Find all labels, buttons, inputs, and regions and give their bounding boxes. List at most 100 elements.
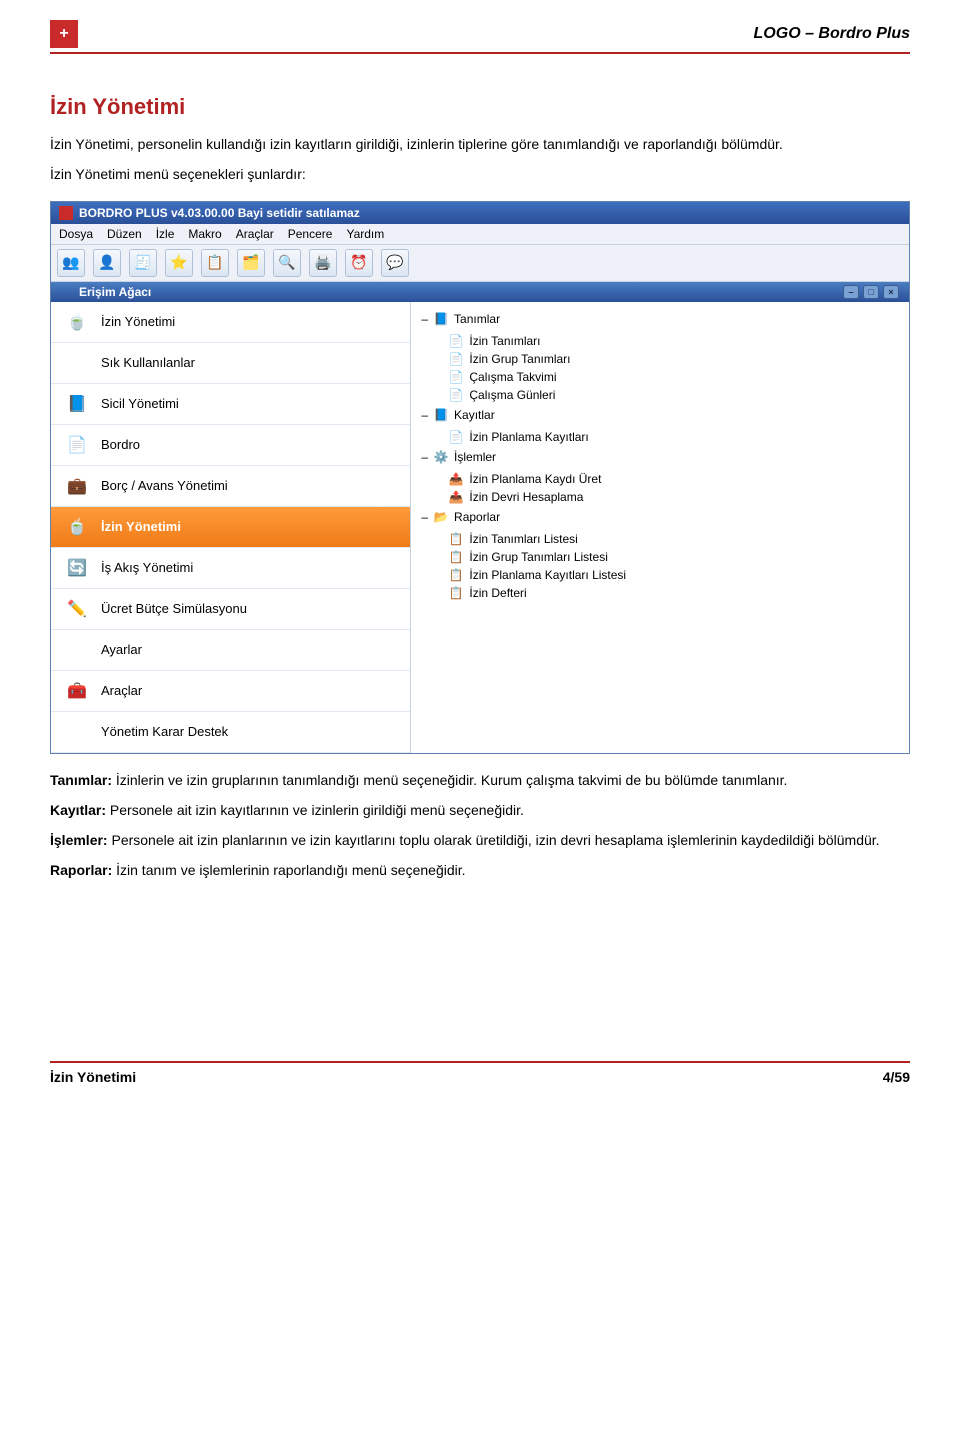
intro-paragraph: İzin Yönetimi, personelin kullandığı izi…: [50, 134, 910, 154]
minimize-button[interactable]: –: [843, 285, 859, 299]
sidebar-item-label: Bordro: [101, 437, 140, 452]
toolbox-icon: 🧰: [63, 679, 91, 703]
menu-item[interactable]: Makro: [188, 227, 221, 241]
tree-view: – 📘 Tanımlar 📄 İzin Tanımları 📄 İzin Gru…: [411, 302, 909, 753]
collapse-icon[interactable]: –: [421, 450, 428, 464]
collapse-icon[interactable]: –: [421, 312, 428, 326]
menu-item[interactable]: Pencere: [288, 227, 333, 241]
menu-item[interactable]: Düzen: [107, 227, 142, 241]
list-icon: 📋: [449, 586, 463, 600]
cup-icon: 🍵: [63, 515, 91, 539]
tree-node-calisma-gunleri[interactable]: 📄 Çalışma Günleri: [449, 386, 899, 404]
doc-icon: 📄: [449, 370, 463, 384]
sidebar-item-sicil-yonetimi[interactable]: 📘 Sicil Yönetimi: [51, 384, 410, 425]
app-panes: 🍵 İzin Yönetimi Sık Kullanılanlar 📘 Sici…: [51, 302, 909, 753]
close-button[interactable]: ×: [883, 285, 899, 299]
menu-item[interactable]: İzle: [156, 227, 175, 241]
tree-node-label: İzin Tanımları: [469, 334, 540, 348]
tree-node-izin-planlama-kayitlari-listesi[interactable]: 📋 İzin Planlama Kayıtları Listesi: [449, 566, 899, 584]
tree-node-izin-grup-tanimlari-listesi[interactable]: 📋 İzin Grup Tanımları Listesi: [449, 548, 899, 566]
toolbar-button[interactable]: 🔍: [273, 249, 301, 277]
tree-node-izin-tanimlari[interactable]: 📄 İzin Tanımları: [449, 332, 899, 350]
sidebar-item-label: İş Akış Yönetimi: [101, 560, 193, 575]
toolbar-button[interactable]: 💬: [381, 249, 409, 277]
doc-icon: 📄: [63, 433, 91, 457]
blank-icon: [63, 351, 91, 375]
sub-titlebar: Erişim Ağacı – □ ×: [51, 282, 909, 302]
sidebar-item-araclar[interactable]: 🧰 Araçlar: [51, 671, 410, 712]
toolbar-button[interactable]: 🖨️: [309, 249, 337, 277]
maximize-button[interactable]: □: [863, 285, 879, 299]
tree-node-izin-devri-hesaplama[interactable]: 📤 İzin Devri Hesaplama: [449, 488, 899, 506]
sidebar-item-label: Sık Kullanılanlar: [101, 355, 195, 370]
sidebar-item-ucret-butce[interactable]: ✏️ Ücret Bütçe Simülasyonu: [51, 589, 410, 630]
app-title-text: BORDRO PLUS v4.03.00.00 Bayi setidir sat…: [79, 206, 360, 220]
tree-node-raporlar[interactable]: – 📂 Raporlar 📋 İzin Tanımları Listesi 📋 …: [421, 508, 899, 604]
sub-title-text: Erişim Ağacı: [79, 285, 151, 299]
sidebar-item-label: Borç / Avans Yönetimi: [101, 478, 228, 493]
definition-label: İşlemler:: [50, 832, 108, 848]
doc-icon: 📄: [449, 388, 463, 402]
tree-node-izin-tanimlari-listesi[interactable]: 📋 İzin Tanımları Listesi: [449, 530, 899, 548]
menu-item[interactable]: Yardım: [346, 227, 384, 241]
definition-label: Kayıtlar:: [50, 802, 106, 818]
app-menubar: Dosya Düzen İzle Makro Araçlar Pencere Y…: [51, 224, 909, 244]
list-icon: 📋: [449, 532, 463, 546]
toolbar-button[interactable]: 🧾: [129, 249, 157, 277]
definition-islemler: İşlemler: Personele ait izin planlarının…: [50, 830, 910, 850]
app-titlebar: BORDRO PLUS v4.03.00.00 Bayi setidir sat…: [51, 202, 909, 224]
tree-node-islemler[interactable]: – ⚙️ İşlemler 📤 İzin Planlama Kaydı Üret…: [421, 448, 899, 508]
tree-node-calisma-takvimi[interactable]: 📄 Çalışma Takvimi: [449, 368, 899, 386]
tree-node-label: İzin Defteri: [469, 586, 526, 600]
toolbar-button[interactable]: ⭐: [165, 249, 193, 277]
cup-icon: 🍵: [63, 310, 91, 334]
menu-item[interactable]: Araçlar: [236, 227, 274, 241]
sidebar-item-label: İzin Yönetimi: [101, 314, 175, 329]
sidebar-item-yonetim-karar[interactable]: Yönetim Karar Destek: [51, 712, 410, 753]
sidebar-item-is-akis[interactable]: 🔄 İş Akış Yönetimi: [51, 548, 410, 589]
collapse-icon[interactable]: –: [421, 510, 428, 524]
definition-text: İzin tanım ve işlemlerinin raporlandığı …: [116, 862, 465, 878]
definition-kayitlar: Kayıtlar: Personele ait izin kayıtlarını…: [50, 800, 910, 820]
list-icon: 📋: [449, 550, 463, 564]
tree-node-label: Çalışma Günleri: [469, 388, 555, 402]
sidebar-item-bordro[interactable]: 📄 Bordro: [51, 425, 410, 466]
menu-item[interactable]: Dosya: [59, 227, 93, 241]
collapse-icon[interactable]: –: [421, 408, 428, 422]
definition-tanimlar: Tanımlar: İzinlerin ve izin gruplarının …: [50, 770, 910, 790]
tree-node-izin-planlama-kaydi-uret[interactable]: 📤 İzin Planlama Kaydı Üret: [449, 470, 899, 488]
toolbar-button[interactable]: ⏰: [345, 249, 373, 277]
toolbar-button[interactable]: 👥: [57, 249, 85, 277]
tree-node-label: Kayıtlar: [454, 408, 495, 422]
definition-text: Personele ait izin kayıtlarının ve izinl…: [110, 802, 524, 818]
sidebar-item-sik-kullanilanlar[interactable]: Sık Kullanılanlar: [51, 343, 410, 384]
book-icon: 📘: [434, 312, 448, 326]
footer-page-number: 4/59: [883, 1069, 910, 1085]
sidebar-item-izin-yonetimi-top[interactable]: 🍵 İzin Yönetimi: [51, 302, 410, 343]
tree-node-label: İzin Grup Tanımları Listesi: [469, 550, 608, 564]
tree-node-izin-defteri[interactable]: 📋 İzin Defteri: [449, 584, 899, 602]
definition-text: İzinlerin ve izin gruplarının tanımlandı…: [116, 772, 788, 788]
sidebar-item-ayarlar[interactable]: Ayarlar: [51, 630, 410, 671]
sidebar-item-label: İzin Yönetimi: [101, 519, 181, 534]
sidebar-item-borc-avans[interactable]: 💼 Borç / Avans Yönetimi: [51, 466, 410, 507]
tree-node-kayitlar[interactable]: – 📘 Kayıtlar 📄 İzin Planlama Kayıtları: [421, 406, 899, 448]
toolbar-button[interactable]: 📋: [201, 249, 229, 277]
definition-label: Raporlar:: [50, 862, 112, 878]
tree-node-label: İşlemler: [454, 450, 496, 464]
book-icon: 📘: [434, 408, 448, 422]
sidebar-item-label: Ayarlar: [101, 642, 142, 657]
tree-node-label: Raporlar: [454, 510, 500, 524]
tree-node-label: İzin Planlama Kayıtları: [469, 430, 588, 444]
tree-node-label: Tanımlar: [454, 312, 500, 326]
toolbar-button[interactable]: 👤: [93, 249, 121, 277]
footer-left: İzin Yönetimi: [50, 1069, 136, 1085]
sidebar-item-izin-yonetimi[interactable]: 🍵 İzin Yönetimi: [51, 507, 410, 548]
tree-node-tanimlar[interactable]: – 📘 Tanımlar 📄 İzin Tanımları 📄 İzin Gru…: [421, 310, 899, 406]
logo-icon: +: [50, 20, 78, 48]
tree-node-izin-planlama-kayitlari[interactable]: 📄 İzin Planlama Kayıtları: [449, 428, 899, 446]
toolbar-button[interactable]: 🗂️: [237, 249, 265, 277]
tree-node-izin-grup-tanimlari[interactable]: 📄 İzin Grup Tanımları: [449, 350, 899, 368]
menu-lead-paragraph: İzin Yönetimi menü seçenekleri şunlardır…: [50, 164, 910, 184]
tree-node-label: İzin Planlama Kaydı Üret: [469, 472, 601, 486]
